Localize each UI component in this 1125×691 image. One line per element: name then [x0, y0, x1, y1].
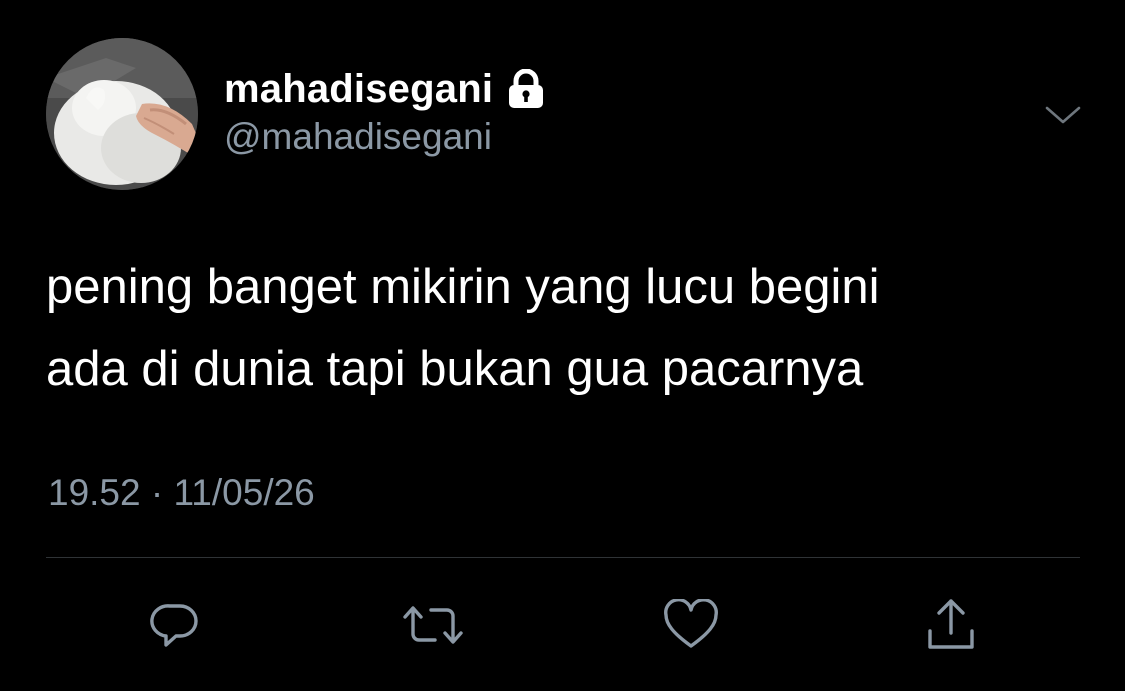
timestamp[interactable]: 19.52 · 11/05/26: [48, 472, 315, 514]
share-icon: [928, 599, 974, 649]
handle[interactable]: @mahadisegani: [224, 116, 492, 158]
action-bar: [0, 590, 1125, 660]
tweet-text-line: ada di dunia tapi bukan gua pacarnya: [46, 342, 864, 396]
tweet-text: pening banget mikirin yang lucu begini a…: [46, 246, 1096, 410]
more-options-button[interactable]: [1040, 92, 1086, 138]
heart-icon: [664, 599, 718, 648]
avatar-photo: [46, 38, 198, 190]
reply-button[interactable]: [140, 590, 210, 660]
reply-icon: [150, 604, 198, 647]
tweet-card: mahadisegani @mahadisegani pening banget…: [0, 0, 1125, 691]
retweet-icon: [403, 606, 463, 644]
divider: [46, 557, 1080, 558]
retweet-button[interactable]: [398, 590, 468, 660]
lock-icon: [507, 68, 545, 109]
display-name[interactable]: mahadisegani: [224, 67, 493, 112]
avatar[interactable]: [46, 38, 198, 190]
like-button[interactable]: [656, 590, 726, 660]
share-button[interactable]: [916, 590, 986, 660]
chevron-down-icon: [1045, 106, 1081, 124]
display-name-row: mahadisegani: [224, 64, 545, 114]
tweet-text-line: pening banget mikirin yang lucu begini: [46, 260, 880, 314]
